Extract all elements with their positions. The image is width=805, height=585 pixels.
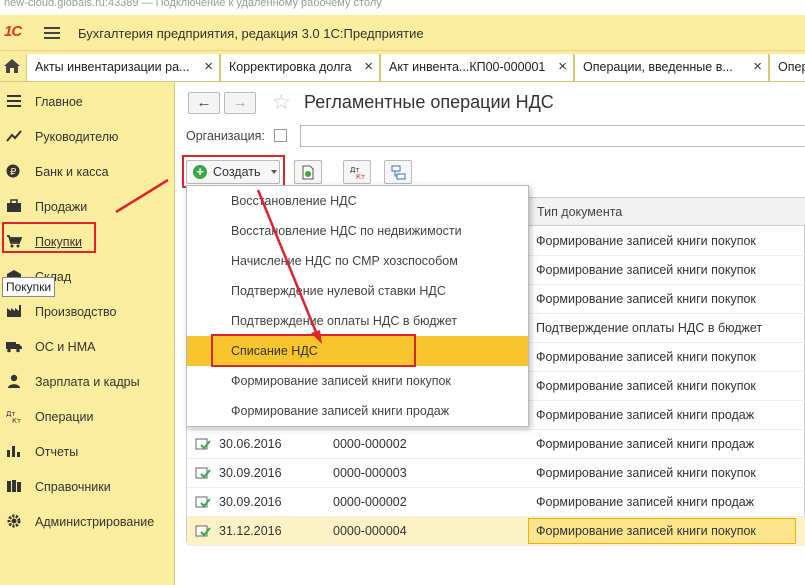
menu-item-vat-payment[interactable]: Подтверждение оплаты НДС в бюджет [187, 306, 528, 336]
sidebar-item-operations[interactable]: Дт Кт Операции [0, 401, 175, 431]
annotation-box-create [182, 155, 285, 188]
close-icon[interactable]: × [364, 58, 373, 75]
remote-desktop-title-bar: new-cloud.globals.ru:43389 — Подключение… [0, 0, 805, 15]
close-icon[interactable]: × [753, 58, 762, 75]
menu-item-vat-restore-realty[interactable]: Восстановление НДС по недвижимости [187, 216, 528, 246]
sidebar-item-bank[interactable]: ₽ Банк и касса [0, 156, 175, 186]
home-tab[interactable] [0, 51, 26, 82]
close-icon[interactable]: × [204, 58, 213, 75]
menu-item-zero-rate[interactable]: Подтверждение нулевой ставки НДС [187, 276, 528, 306]
tooltip: Покупки [2, 277, 56, 297]
column-doc-type[interactable]: Тип документа [528, 198, 805, 226]
truck-icon [6, 342, 22, 353]
tab-manual-operations[interactable]: Операции, введенные в... × [574, 54, 769, 81]
annotation-box-purchases [2, 222, 96, 253]
menu-item-purchase-book[interactable]: Формирование записей книги покупок [187, 366, 528, 396]
tab-inventory-act-doc[interactable]: Акт инвента...КП00-000001 × [380, 54, 574, 81]
menu-item-vat-smr[interactable]: Начисление НДС по СМР хозспособом [187, 246, 528, 276]
svg-text:Кт: Кт [356, 173, 365, 180]
annotation-box-writeoff [211, 334, 416, 367]
sidebar-item-catalogs[interactable]: Справочники [0, 471, 175, 501]
sidebar-item-sales[interactable]: Продажи [0, 191, 175, 221]
bar-chart-icon [7, 446, 20, 457]
app-title: Бухгалтерия предприятия, редакция 3.0 1С… [78, 26, 424, 41]
posted-document-icon [195, 467, 211, 479]
create-dropdown-menu: Восстановление НДС Восстановление НДС по… [186, 185, 529, 427]
table-row-selected[interactable]: 31.12.2016 0000-000004 Формирование запи… [187, 517, 805, 546]
sidebar-item-fixed-assets[interactable]: ОС и НМА [0, 331, 175, 361]
copy-button[interactable] [294, 160, 322, 184]
forward-button[interactable]: → [224, 92, 256, 114]
dt-kt-button[interactable]: Дт Кт [343, 160, 371, 184]
back-button[interactable]: ← [188, 92, 220, 114]
sidebar-item-production[interactable]: Производство [0, 296, 175, 326]
hierarchy-icon [391, 165, 406, 180]
person-icon [8, 374, 20, 388]
books-icon [7, 480, 21, 492]
posted-document-icon [195, 496, 211, 508]
gear-icon [7, 514, 21, 528]
organization-label: Организация: [186, 129, 265, 143]
svg-text:₽: ₽ [10, 167, 17, 178]
menu-item-vat-restore[interactable]: Восстановление НДС [187, 186, 528, 216]
sidebar-item-admin[interactable]: Администрирование [0, 506, 175, 536]
chart-line-icon [6, 130, 22, 142]
organization-checkbox[interactable] [274, 129, 287, 142]
app-title-bar: 1С Бухгалтерия предприятия, редакция 3.0… [0, 15, 805, 51]
ruble-coin-icon: ₽ [6, 164, 20, 178]
sidebar-item-main[interactable]: Главное [0, 86, 175, 116]
main-menu-icon[interactable] [44, 27, 60, 39]
remote-desktop-title: new-cloud.globals.ru:43389 — Подключение… [4, 0, 382, 9]
tab-debt-adjustment[interactable]: Корректировка долга × [220, 54, 380, 81]
svg-text:Кт: Кт [12, 417, 21, 423]
sidebar-item-reports[interactable]: Отчеты [0, 436, 175, 466]
tab-operations[interactable]: Опер [769, 54, 805, 81]
factory-icon [7, 305, 21, 317]
posted-document-icon [195, 438, 211, 450]
dt-kt-icon: ДтКт [350, 166, 365, 180]
menu-lines-icon [7, 95, 21, 107]
organization-input[interactable] [300, 125, 805, 147]
open-windows-tabs: Акты инвентаризации ра... × Корректировка… [0, 51, 805, 82]
home-icon [4, 59, 20, 73]
posted-document-icon [195, 525, 211, 537]
close-icon[interactable]: × [558, 58, 567, 75]
app-logo: 1С [4, 23, 22, 40]
briefcase-icon [7, 199, 21, 212]
dt-kt-icon: ДтКт [6, 410, 21, 423]
copy-document-icon [302, 165, 314, 180]
sidebar-item-manager[interactable]: Руководителю [0, 121, 175, 151]
structure-button[interactable] [384, 160, 412, 184]
table-row[interactable]: 30.09.2016 0000-000003 Формирование запи… [187, 459, 805, 488]
sidebar-item-salary[interactable]: Зарплата и кадры [0, 366, 175, 396]
tab-inventory-acts[interactable]: Акты инвентаризации ра... × [26, 54, 220, 81]
favorite-star-icon[interactable]: ☆ [272, 90, 291, 115]
table-row[interactable]: 30.06.2016 0000-000002 Формирование запи… [187, 430, 805, 459]
table-row[interactable]: 30.09.2016 0000-000002 Формирование запи… [187, 488, 805, 517]
menu-item-sales-book[interactable]: Формирование записей книги продаж [187, 396, 528, 426]
sections-sidebar: Главное Руководителю ₽ Банк и касса Прод… [0, 82, 175, 585]
page-title: Регламентные операции НДС [304, 92, 554, 112]
